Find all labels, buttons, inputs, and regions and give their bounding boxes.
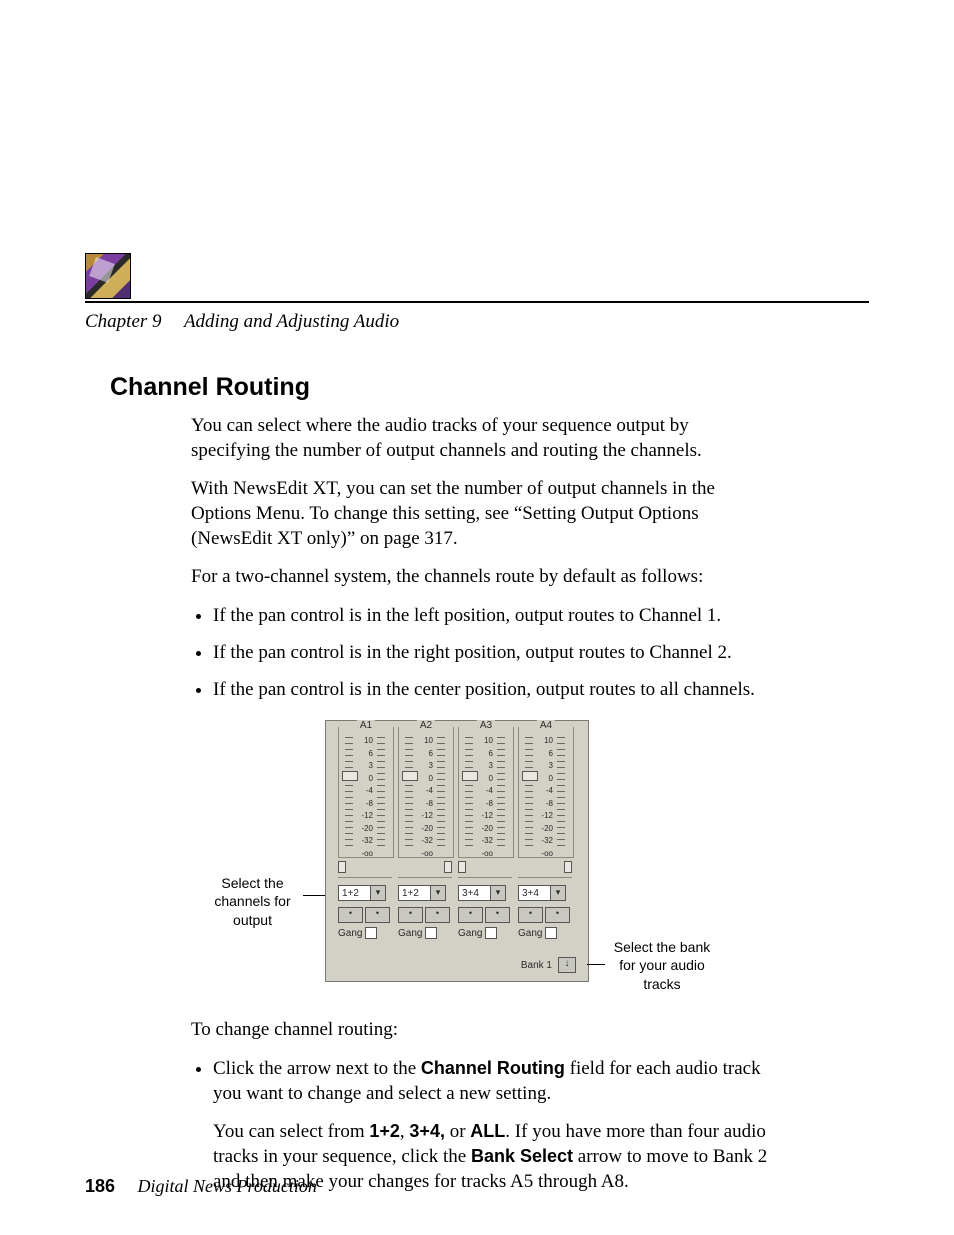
channel-group-a4: A4 10630-4-8-12-20-32-oo	[518, 727, 574, 858]
bullet-list: If the pan control is in the left positi…	[191, 604, 771, 702]
bank-select-row: Bank 1 ↓	[521, 957, 576, 973]
gang-label: Gang	[458, 928, 482, 939]
route-value: 1+2	[342, 888, 359, 899]
channel-group-a2: A2 10630-4-8-12-20-32-oo	[398, 727, 454, 858]
mute-button[interactable]: •	[518, 907, 543, 923]
bank-label: Bank 1	[521, 960, 552, 971]
channel-label: A3	[477, 720, 495, 731]
channel-label: A2	[417, 720, 435, 731]
mute-button[interactable]: •	[398, 907, 423, 923]
mute-button[interactable]: •	[338, 907, 363, 923]
db-scale: 10630-4-8-12-20-32-oo	[535, 735, 553, 860]
level-meter	[497, 737, 505, 849]
step-list: Click the arrow next to the Channel Rout…	[191, 1057, 771, 1194]
chapter-icon	[85, 253, 131, 299]
channel-routing-select[interactable]: 1+2 ▾	[398, 885, 446, 901]
chapter-line: Chapter 9 Adding and Adjusting Audio	[85, 311, 869, 333]
channel-routing-select[interactable]: 3+4 ▾	[458, 885, 506, 901]
db-scale: 10630-4-8-12-20-32-oo	[355, 735, 373, 860]
gang-checkbox[interactable]	[365, 927, 377, 939]
gang-checkbox[interactable]	[425, 927, 437, 939]
mute-solo-row: • • • • • • • •	[338, 907, 576, 925]
pan-slider[interactable]	[458, 865, 512, 878]
route-row: 1+2 ▾ 1+2 ▾ 3+4 ▾ 3+4 ▾	[338, 885, 576, 905]
bullet-item: If the pan control is in the right posit…	[213, 641, 771, 666]
mixer-panel: A1 10630-4-8-12-20-32-oo A2 10630-4-8-12…	[325, 720, 589, 982]
gang-label: Gang	[398, 928, 422, 939]
body-paragraph: You can select where the audio tracks of…	[191, 414, 771, 463]
gang-checkbox[interactable]	[545, 927, 557, 939]
pan-slider[interactable]	[518, 865, 572, 878]
mixer-figure: Select the channels for output A1 10630-…	[165, 720, 845, 1000]
route-value: 1+2	[402, 888, 419, 899]
fader-slider[interactable]	[405, 737, 413, 849]
section-title: Channel Routing	[110, 373, 869, 402]
pan-slider[interactable]	[398, 865, 452, 878]
annotation-left: Select the channels for output	[205, 874, 300, 929]
level-meter	[377, 737, 385, 849]
gang-checkbox[interactable]	[485, 927, 497, 939]
solo-button[interactable]: •	[365, 907, 390, 923]
level-meter	[437, 737, 445, 849]
header-rule	[85, 301, 869, 303]
dropdown-arrow-icon: ▾	[550, 886, 565, 900]
chapter-title: Adding and Adjusting Audio	[184, 311, 399, 332]
channel-routing-select[interactable]: 1+2 ▾	[338, 885, 386, 901]
channel-label: A4	[537, 720, 555, 731]
db-scale: 10630-4-8-12-20-32-oo	[475, 735, 493, 860]
dropdown-arrow-icon: ▾	[370, 886, 385, 900]
channel-routing-select[interactable]: 3+4 ▾	[518, 885, 566, 901]
bold-term: Channel Routing	[421, 1058, 565, 1078]
chapter-number: Chapter 9	[85, 311, 162, 332]
channel-label: A1	[357, 720, 375, 731]
solo-button[interactable]: •	[425, 907, 450, 923]
bank-select-button[interactable]: ↓	[558, 957, 576, 973]
annotation-right-line	[587, 964, 605, 965]
body-paragraph: For a two-channel system, the channels r…	[191, 565, 771, 590]
page-footer: 186 Digital News Production	[85, 1176, 317, 1197]
fader-slider[interactable]	[525, 737, 533, 849]
dropdown-arrow-icon: ▾	[430, 886, 445, 900]
channel-group-a1: A1 10630-4-8-12-20-32-oo	[338, 727, 394, 858]
gang-label: Gang	[338, 928, 362, 939]
dropdown-arrow-icon: ▾	[490, 886, 505, 900]
fader-slider[interactable]	[345, 737, 353, 849]
channel-group-a3: A3 10630-4-8-12-20-32-oo	[458, 727, 514, 858]
solo-button[interactable]: •	[485, 907, 510, 923]
gang-label: Gang	[518, 928, 542, 939]
annotation-right: Select the bank for your audio tracks	[607, 938, 717, 993]
route-value: 3+4	[522, 888, 539, 899]
mute-button[interactable]: •	[458, 907, 483, 923]
pan-row	[338, 865, 576, 881]
page-number: 186	[85, 1176, 115, 1196]
solo-button[interactable]: •	[545, 907, 570, 923]
book-title: Digital News Production	[138, 1176, 317, 1196]
route-value: 3+4	[462, 888, 479, 899]
step-item: Click the arrow next to the Channel Rout…	[213, 1057, 771, 1194]
body-paragraph: To change channel routing:	[191, 1018, 771, 1043]
bullet-item: If the pan control is in the center posi…	[213, 678, 771, 703]
body-paragraph: With NewsEdit XT, you can set the number…	[191, 477, 771, 551]
gang-row: Gang Gang Gang Gang	[338, 927, 576, 943]
fader-slider[interactable]	[465, 737, 473, 849]
pan-slider[interactable]	[338, 865, 392, 878]
level-meter	[557, 737, 565, 849]
db-scale: 10630-4-8-12-20-32-oo	[415, 735, 433, 860]
bullet-item: If the pan control is in the left positi…	[213, 604, 771, 629]
